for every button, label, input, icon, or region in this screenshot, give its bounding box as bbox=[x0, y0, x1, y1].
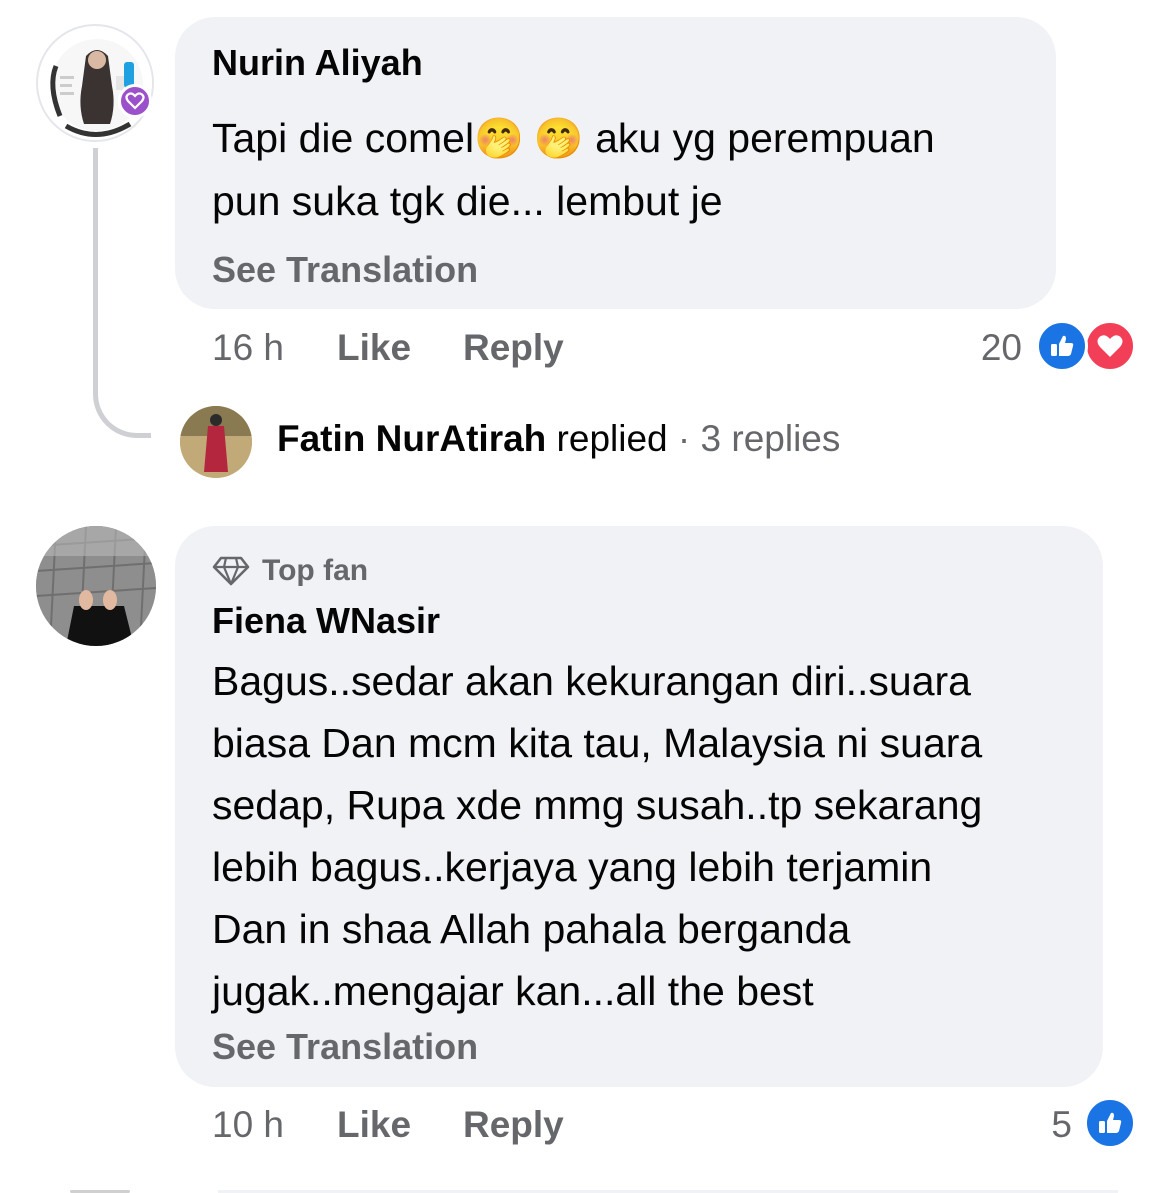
like-button[interactable]: Like bbox=[337, 327, 411, 369]
comment-text-line: lebih bagus..kerjaya yang lebih terjamin bbox=[212, 844, 933, 890]
replies-count: 3 replies bbox=[700, 418, 841, 459]
comment-author-name[interactable]: Fiena WNasir bbox=[212, 600, 440, 642]
comment-text-line: sedap, Rupa xde mmg susah..tp sekarang bbox=[212, 782, 983, 828]
view-replies-link[interactable]: Fatin NurAtirah replied · 3 replies bbox=[277, 418, 840, 460]
comment-text-line: biasa Dan mcm kita tau, Malaysia ni suar… bbox=[212, 720, 983, 766]
reaction-count[interactable]: 20 bbox=[960, 327, 1022, 369]
reaction-count[interactable]: 5 bbox=[1030, 1104, 1072, 1146]
like-icon[interactable] bbox=[1084, 1097, 1136, 1149]
love-icon[interactable] bbox=[1084, 320, 1136, 372]
comments-screen: Nurin Aliyah Tapi die comel🤭 🤭 aku yg per… bbox=[0, 0, 1170, 1193]
hand-over-mouth-emoji-icon: 🤭 bbox=[474, 117, 524, 161]
top-fan-badge: Top fan bbox=[212, 554, 368, 588]
avatar-nurin-aliyah[interactable] bbox=[36, 24, 154, 142]
fiena-avatar-image bbox=[36, 526, 156, 646]
separator-dot: · bbox=[667, 418, 701, 459]
comment-text: Tapi die comel🤭 🤭 aku yg perempuan pun su… bbox=[212, 107, 1042, 232]
comment-timestamp[interactable]: 10 h bbox=[212, 1104, 284, 1146]
comment-text-line: jugak..mengajar kan...all the best bbox=[212, 968, 814, 1014]
comment-text: Bagus..sedar akan kekurangan diri..suara… bbox=[212, 650, 1092, 1022]
see-translation-link[interactable]: See Translation bbox=[212, 1026, 478, 1068]
comment-text-line: Dan in shaa Allah pahala berganda bbox=[212, 906, 851, 952]
replied-label: replied bbox=[546, 418, 668, 459]
avatar-fatin-nuratirah[interactable] bbox=[180, 406, 252, 478]
replier-name: Fatin NurAtirah bbox=[277, 418, 547, 459]
hand-over-mouth-emoji-icon: 🤭 bbox=[533, 117, 584, 161]
like-button[interactable]: Like bbox=[337, 1104, 411, 1146]
see-translation-link[interactable]: See Translation bbox=[212, 249, 478, 291]
comment-text-line-2: pun suka tgk die... lembut je bbox=[212, 178, 723, 224]
comment-author-name[interactable]: Nurin Aliyah bbox=[212, 42, 423, 84]
reply-button[interactable]: Reply bbox=[463, 1104, 564, 1146]
comment-text-line-1: Tapi die comel bbox=[212, 115, 475, 161]
fatin-avatar-image bbox=[180, 406, 252, 478]
heart-frame-badge-icon bbox=[118, 84, 152, 118]
comment-text-line: Bagus..sedar akan kekurangan diri..suara bbox=[212, 658, 971, 704]
reply-thread-connector bbox=[93, 148, 151, 438]
like-icon[interactable] bbox=[1036, 320, 1088, 372]
comment-timestamp[interactable]: 16 h bbox=[212, 327, 284, 369]
comment-text-line-1-end: aku yg perempuan bbox=[583, 115, 935, 161]
top-fan-label: Top fan bbox=[262, 554, 369, 587]
diamond-icon bbox=[212, 556, 250, 586]
reply-button[interactable]: Reply bbox=[463, 327, 564, 369]
avatar-fiena-wnasir[interactable] bbox=[36, 526, 156, 646]
